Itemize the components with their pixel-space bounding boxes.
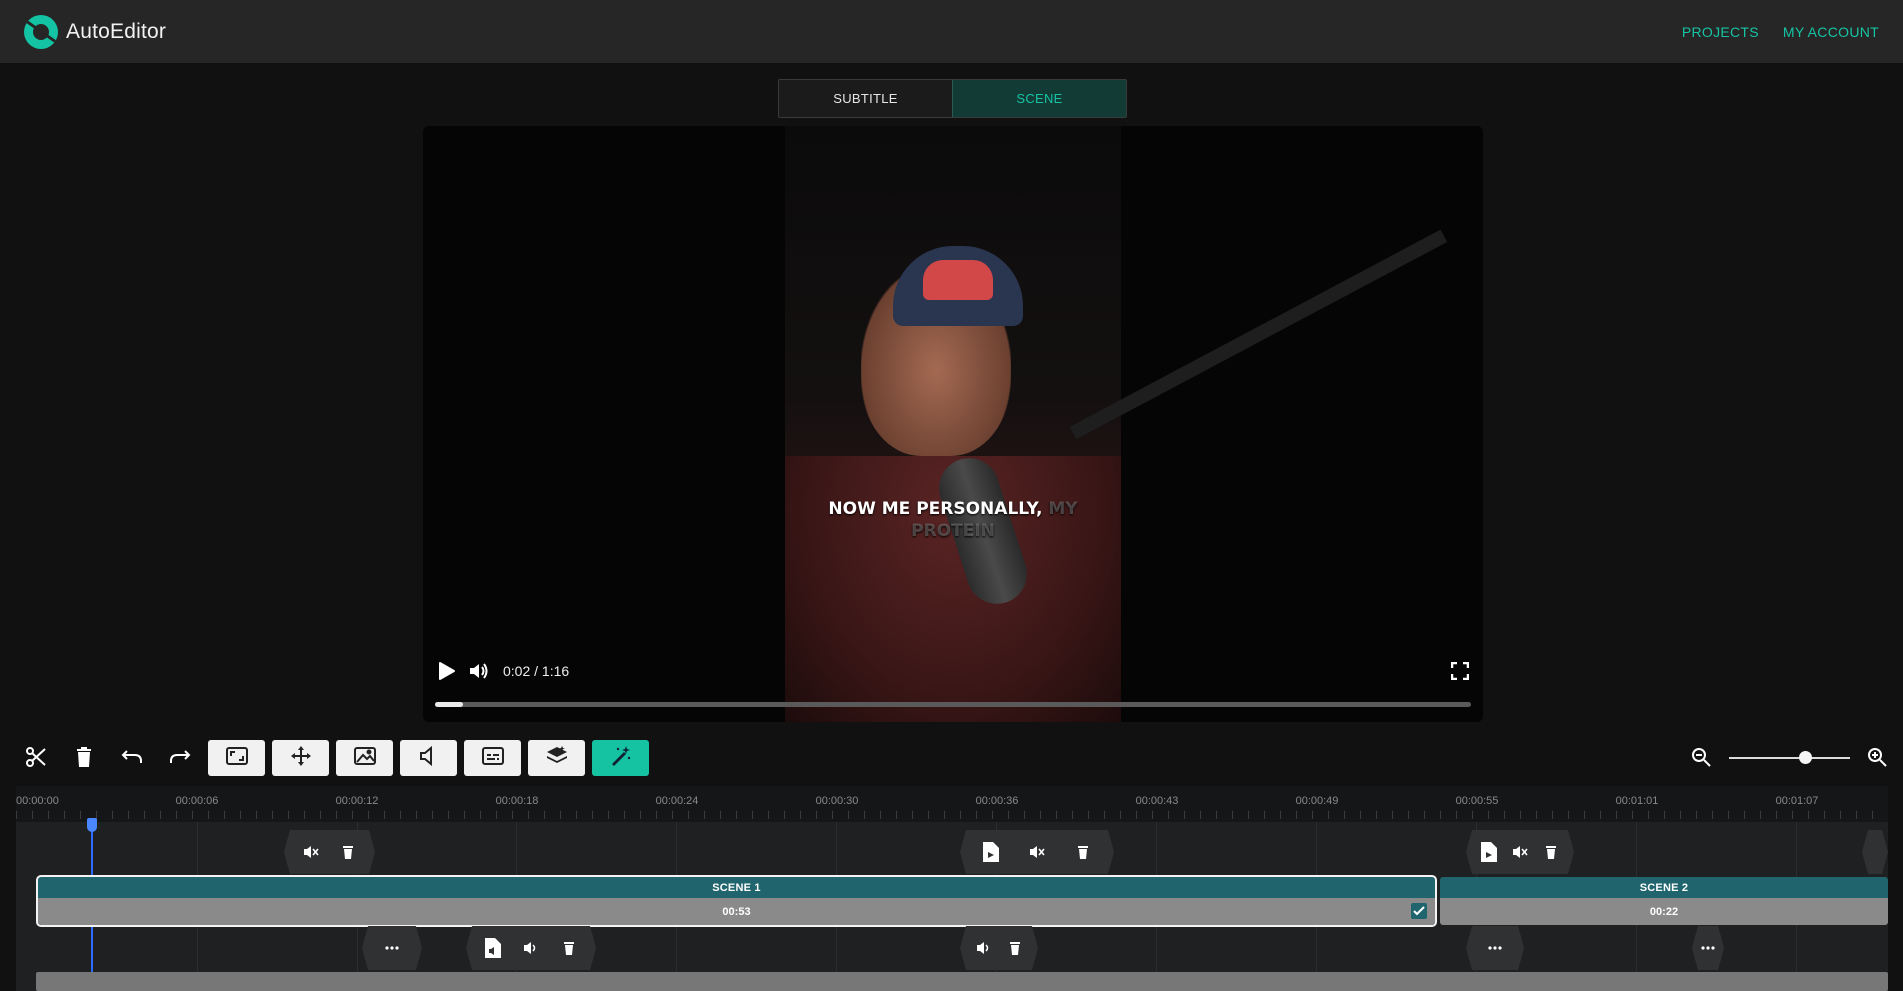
timeline-ruler[interactable]: 00:00:00 00:00:06 00:00:12 00:00:18 00:00:24… [16,786,1888,822]
mute-icon[interactable] [1028,843,1046,861]
audio-button[interactable] [400,740,457,776]
zoom-slider-handle[interactable] [1799,751,1813,764]
mode-tabs: SUBTITLE SCENE [778,79,1127,118]
auto-edit-button[interactable] [592,740,649,776]
caption-next-word: MY [1048,499,1078,519]
magic-wand-icon [610,745,632,772]
mic-arm [1069,229,1448,440]
timeline-tick-label: 00:00:18 [495,795,539,807]
video-file-icon[interactable] [982,843,1000,861]
clip-options[interactable] [1466,926,1524,970]
mute-icon[interactable] [302,843,320,861]
brand-name: AutoEditor [66,19,167,43]
more-options-icon[interactable] [1700,939,1716,957]
fullscreen-icon[interactable] [1449,660,1471,682]
scene-block-1[interactable]: SCENE 1 00:53 [36,875,1437,927]
tab-subtitle[interactable]: SUBTITLE [779,80,952,117]
timeline-tick-label: 00:00:12 [335,795,379,807]
video-time: 0:02 / 1:16 [503,663,570,679]
audio-file-icon[interactable] [484,939,502,957]
more-options-icon[interactable] [383,939,401,957]
scissors-icon[interactable] [20,741,52,773]
audio-icon [419,745,439,771]
scene-title: SCENE 2 [1440,877,1888,898]
video-player[interactable]: NOW ME PERSONALLY, MY PROTEIN 0:02 / 1:1… [423,126,1483,722]
audio-clip-controls[interactable] [960,830,1114,874]
undo-icon[interactable] [116,741,148,773]
caption-current: NOW ME PERSONALLY, [828,499,1043,519]
audio-clip-controls[interactable] [1466,830,1574,874]
scene-duration: 00:22 [1649,905,1679,918]
aspect-ratio-icon [225,746,248,770]
video-progress-fill [435,702,463,707]
subtitles-icon [481,746,504,770]
trash-icon[interactable] [1006,939,1024,957]
timeline-tick-label: 00:01:01 [1615,795,1659,807]
scene-duration-bar[interactable]: 00:53 [38,898,1435,925]
image-button[interactable] [336,740,393,776]
trash-icon[interactable] [339,843,357,861]
volume-icon[interactable] [975,939,993,957]
timeline-tick-label: 00:00:43 [1135,795,1179,807]
ruler-ticks [16,811,1888,819]
move-button[interactable] [272,740,329,776]
top-nav: PROJECTS MY ACCOUNT [1682,24,1879,40]
bottom-track[interactable] [36,972,1888,991]
scene-block-2[interactable]: SCENE 2 00:22 [1440,877,1888,925]
layers-icon [546,745,568,771]
video-controls: 0:02 / 1:16 [435,656,1471,686]
trash-icon[interactable] [1074,843,1092,861]
image-icon [353,746,376,770]
checkbox-icon[interactable] [1411,903,1427,919]
timeline-tick-label: 00:00:24 [655,795,699,807]
more-options-icon[interactable] [1486,939,1504,957]
zoom-out-icon[interactable] [1685,741,1717,773]
timeline-tick-label: 00:00:00 [16,795,59,807]
editor-toolbar [0,737,1903,779]
audio-clip-controls[interactable] [284,830,375,874]
timeline-tick-label: 00:00:55 [1455,795,1499,807]
trash-icon[interactable] [68,741,100,773]
clip-options[interactable] [1692,926,1724,970]
scene-duration: 00:53 [722,905,751,918]
timeline-tick-label: 00:01:07 [1775,795,1819,807]
clip-options[interactable] [362,926,422,970]
tab-scene[interactable]: SCENE [952,80,1126,117]
timeline-tick-label: 00:00:30 [815,795,859,807]
audio-clip-controls[interactable] [960,926,1038,970]
aspect-ratio-button[interactable] [208,740,265,776]
mute-icon[interactable] [1511,843,1529,861]
move-icon [290,745,311,771]
nav-projects-link[interactable]: PROJECTS [1682,24,1759,40]
scene-title: SCENE 1 [38,877,1435,898]
cap-patch-logo [923,260,993,300]
volume-icon[interactable] [522,939,540,957]
audio-clip-controls[interactable] [466,926,596,970]
scene-duration-bar[interactable]: 00:22 [1440,898,1888,925]
zoom-slider[interactable] [1729,751,1850,764]
timeline-tick-label: 00:00:36 [975,795,1019,807]
subtitles-button[interactable] [464,740,521,776]
video-caption: NOW ME PERSONALLY, MY PROTEIN [823,498,1083,542]
brand[interactable]: AutoEditor [24,14,167,49]
trash-icon[interactable] [560,939,578,957]
video-file-icon[interactable] [1480,843,1498,861]
app-header: AutoEditor PROJECTS MY ACCOUNT [0,0,1903,63]
caption-next-line: PROTEIN [911,521,995,541]
nav-account-link[interactable]: MY ACCOUNT [1783,24,1879,40]
timeline-tick-label: 00:00:06 [175,795,219,807]
playhead-handle[interactable] [87,818,97,832]
layers-button[interactable] [528,740,585,776]
redo-icon[interactable] [164,741,196,773]
volume-icon[interactable] [467,660,489,682]
zoom-in-icon[interactable] [1861,741,1893,773]
trash-icon[interactable] [1542,843,1560,861]
play-icon[interactable] [435,660,457,682]
video-progress-bar[interactable] [435,702,1471,707]
timeline-tick-label: 00:00:49 [1295,795,1339,807]
logo-icon [24,14,58,49]
